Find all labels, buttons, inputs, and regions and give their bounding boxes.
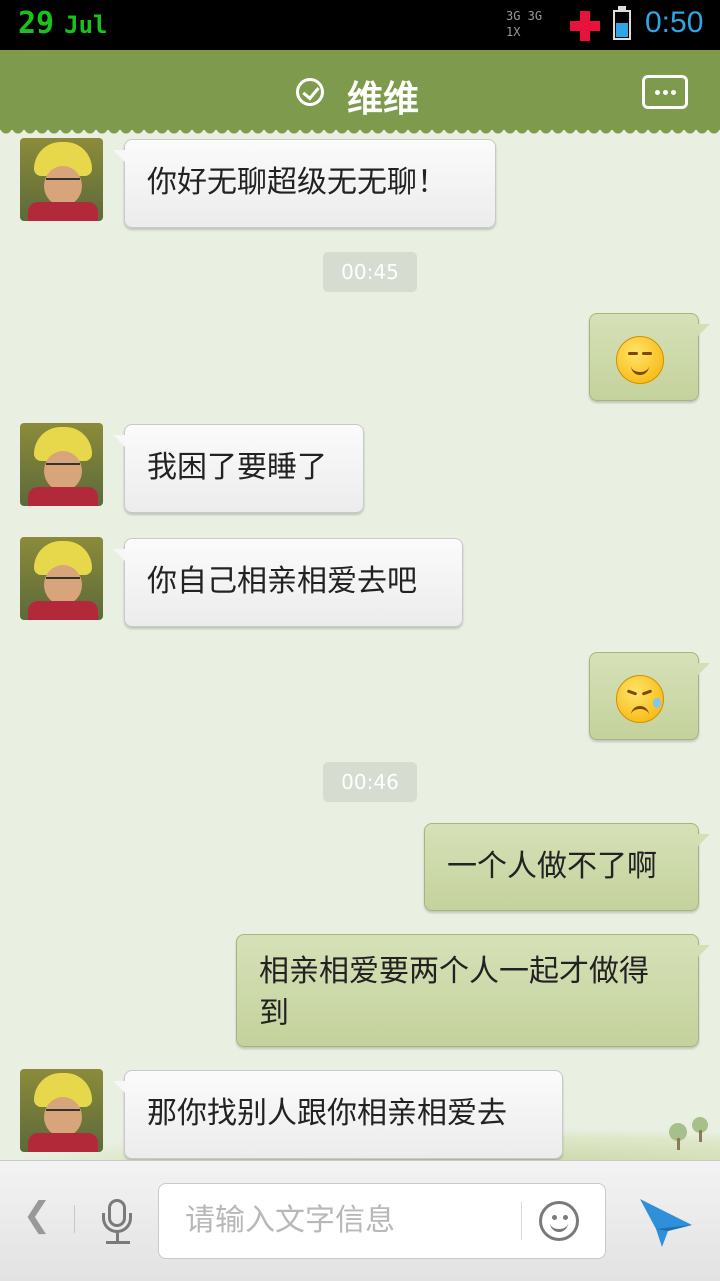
collapse-chevron-icon[interactable]: ❮ bbox=[22, 1195, 52, 1235]
incoming-message[interactable]: 那你找别人跟你相亲相爱去 bbox=[113, 1070, 563, 1159]
outgoing-emoji-message[interactable] bbox=[589, 313, 710, 401]
incoming-message[interactable]: 你自己相亲相爱去吧 bbox=[113, 538, 463, 627]
contact-avatar[interactable] bbox=[20, 1069, 103, 1152]
more-options-button[interactable] bbox=[642, 75, 688, 109]
header-scallop-edge bbox=[0, 128, 720, 136]
status-time: 0:50 bbox=[645, 6, 704, 39]
microphone-icon[interactable] bbox=[100, 1199, 136, 1245]
status-date-month: Jul bbox=[64, 11, 108, 39]
verified-check-icon bbox=[296, 78, 324, 106]
outgoing-message[interactable]: 一个人做不了啊 bbox=[424, 823, 710, 911]
status-date-day: 29 bbox=[18, 6, 55, 41]
contact-avatar[interactable] bbox=[20, 537, 103, 620]
health-cross-icon bbox=[570, 11, 600, 41]
send-icon[interactable] bbox=[638, 1197, 694, 1249]
message-input-bar: ❮ 请输入文字信息 bbox=[0, 1160, 720, 1281]
message-input[interactable]: 请输入文字信息 bbox=[158, 1183, 606, 1259]
network-signal-icon: 3G 3G 1X bbox=[506, 9, 543, 39]
contact-name[interactable]: 维维 bbox=[347, 70, 419, 122]
contact-avatar[interactable] bbox=[20, 423, 103, 506]
outgoing-message[interactable]: 相亲相爱要两个人一起才做得到 bbox=[236, 934, 710, 1047]
incoming-message[interactable]: 你好无聊超级无无聊！ bbox=[113, 139, 496, 228]
message-timestamp: 00:45 bbox=[323, 252, 417, 292]
message-timestamp: 00:46 bbox=[323, 762, 417, 802]
smile-emoji-icon bbox=[616, 336, 664, 384]
sweat-emoji-icon bbox=[616, 675, 664, 723]
status-date: 29 Jul bbox=[18, 6, 107, 41]
incoming-message[interactable]: 我困了要睡了 bbox=[113, 424, 364, 513]
message-input-placeholder: 请输入文字信息 bbox=[185, 1203, 395, 1238]
status-bar: 29 Jul 3G 3G 1X 0:50 bbox=[0, 0, 720, 50]
emoji-picker-icon[interactable] bbox=[539, 1201, 579, 1241]
chat-header: 维维 bbox=[0, 50, 720, 130]
battery-icon bbox=[613, 6, 631, 40]
outgoing-emoji-message[interactable] bbox=[589, 652, 710, 740]
contact-avatar[interactable] bbox=[20, 138, 103, 221]
